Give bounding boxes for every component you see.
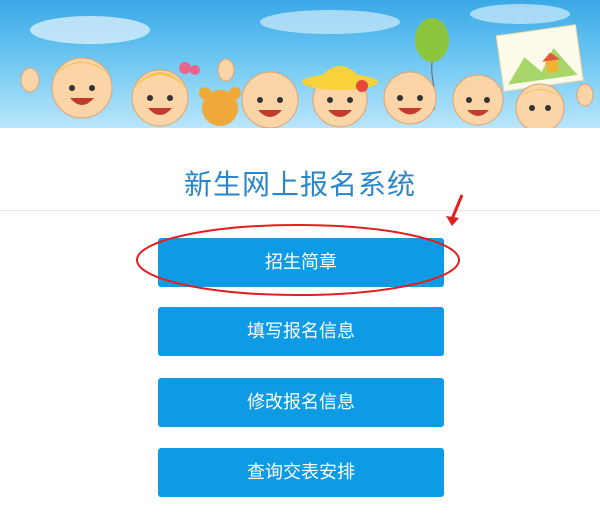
header-banner [0, 0, 600, 128]
children-illustration [20, 4, 594, 128]
edit-registration-button[interactable]: 修改报名信息 [158, 378, 444, 427]
fill-registration-button[interactable]: 填写报名信息 [158, 307, 444, 356]
admission-guide-button[interactable]: 招生简章 [158, 238, 444, 287]
title-area: 新生网上报名系统 [0, 128, 600, 211]
page-title: 新生网上报名系统 [183, 168, 416, 201]
query-schedule-button[interactable]: 查询交表安排 [158, 448, 444, 497]
